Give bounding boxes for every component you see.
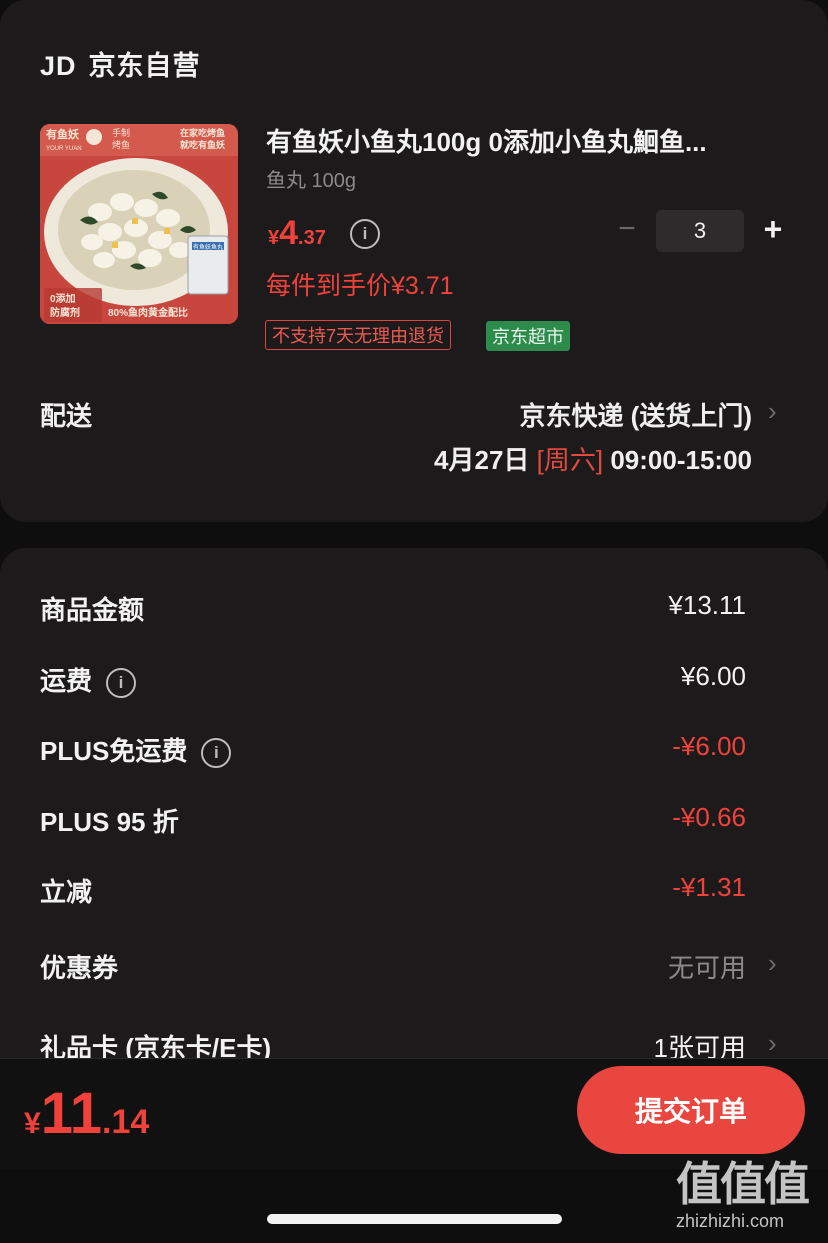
watermark-logo: 值值值 [676,1158,810,1210]
image-brand-text: 有鱼妖 [46,127,80,141]
image-slogan2: 就吃有鱼妖 [180,139,226,150]
plus-icon[interactable]: + [758,213,788,245]
image-flag1: 手制 [112,127,130,138]
goods-amount-label: 商品金额 [40,595,145,625]
total-currency: ¥ [24,1107,41,1140]
total-decimal: .14 [102,1103,150,1141]
chevron-right-icon[interactable]: › [768,396,777,427]
summary-row-plus-discount: PLUS 95 折 -¥0.66 [40,802,746,842]
image-pack-text: 有鱼妖鱼丸 [193,243,223,251]
image-sub-text: YOUR YUAN [46,146,82,152]
image-badge1: 0添加 [50,292,76,305]
image-slogan1: 在家吃烤鱼 [180,127,225,138]
chevron-right-icon[interactable]: › [768,1028,777,1059]
plus-free-freight-text: PLUS免运费 [40,736,188,766]
total-integer: 11 [40,1081,103,1146]
watermark: 值值值 zhizhizhi.com [676,1158,810,1232]
store-name: 京东自营 [88,51,201,81]
jd-logo: JD [40,51,77,81]
summary-row-instant-cut: 立减 -¥1.31 [40,872,746,912]
shipping-method[interactable]: 京东快递 (送货上门) [519,396,752,433]
order-item-card: JD 京东自营 有鱼妖 YOUR YUAN 手制 烤鱼 在家吃烤鱼 就吃有鱼妖 [0,0,828,522]
delivery-time[interactable]: 4月27日 [周六] 09:00-15:00 [434,440,752,477]
summary-row-plus-freight: PLUS免运费 i -¥6.00 [40,731,746,771]
delivery-date: 4月27日 [434,445,530,475]
total-price: ¥11.14 [24,1080,149,1147]
product-image-art: 有鱼妖 YOUR YUAN 手制 烤鱼 在家吃烤鱼 就吃有鱼妖 有鱼妖鱼丸 0添… [40,124,238,324]
freight-label: 运费 i [40,661,137,699]
summary-row-goods: 商品金额 ¥13.11 [40,590,746,630]
coupon-label: 优惠券 [40,953,119,983]
summary-row-coupon[interactable]: 优惠券 无可用 [40,948,746,988]
no-return-tag: 不支持7天无理由退货 [265,320,452,350]
product-spec[interactable]: 鱼丸 100g [266,164,356,193]
delivery-window: 09:00-15:00 [610,445,752,475]
freight-label-text: 运费 [40,666,93,696]
per-unit-price: 每件到手价¥3.71 [266,272,454,300]
minus-icon[interactable]: − [612,214,642,244]
image-footer-text: 80%鱼肉黄金配比 [108,306,188,319]
price-currency: ¥ [268,227,280,249]
product-image[interactable]: 有鱼妖 YOUR YUAN 手制 烤鱼 在家吃烤鱼 就吃有鱼妖 有鱼妖鱼丸 0添… [40,124,238,324]
price-info-icon[interactable]: i [350,219,380,249]
plus-free-freight-label: PLUS免运费 i [40,731,232,769]
freight-value: ¥6.00 [680,661,746,691]
quantity-input[interactable]: 3 [656,210,744,252]
brand-badge-icon [86,129,102,145]
plus-discount-label: PLUS 95 折 [40,807,179,837]
price-integer: 4 [279,214,299,252]
price-decimal: .37 [298,227,326,249]
shipping-label: 配送 [40,401,93,431]
image-badge2: 防腐剂 [50,306,80,319]
summary-row-freight: 运费 i ¥6.00 [40,661,746,701]
jd-supermarket-tag: 京东超市 [486,321,570,351]
submit-order-button[interactable]: 提交订单 [577,1066,805,1154]
chevron-right-icon[interactable]: › [768,948,777,979]
store-header[interactable]: JD 京东自营 [40,44,201,83]
product-price: ¥4.37 [268,214,326,253]
price-summary-card: 商品金额 ¥13.11 运费 i ¥6.00 PLUS免运费 i -¥6.00 PL… [0,548,828,1108]
instant-cut-label: 立减 [40,877,93,907]
product-title[interactable]: 有鱼妖小鱼丸100g 0添加小鱼丸鮰鱼... [266,122,786,159]
plus-freight-info-icon[interactable]: i [201,738,232,769]
watermark-site: zhizhizhi.com [676,1211,785,1231]
freight-info-icon[interactable]: i [106,668,137,699]
plus-discount-value: -¥0.66 [672,802,746,832]
delivery-weekday: [周六] [536,445,604,475]
goods-amount-value: ¥13.11 [668,590,746,620]
coupon-value: 无可用 [667,953,746,983]
plus-free-freight-value: -¥6.00 [672,731,746,761]
home-indicator[interactable] [267,1214,562,1224]
image-flag2: 烤鱼 [112,139,130,150]
instant-cut-value: -¥1.31 [672,872,746,902]
